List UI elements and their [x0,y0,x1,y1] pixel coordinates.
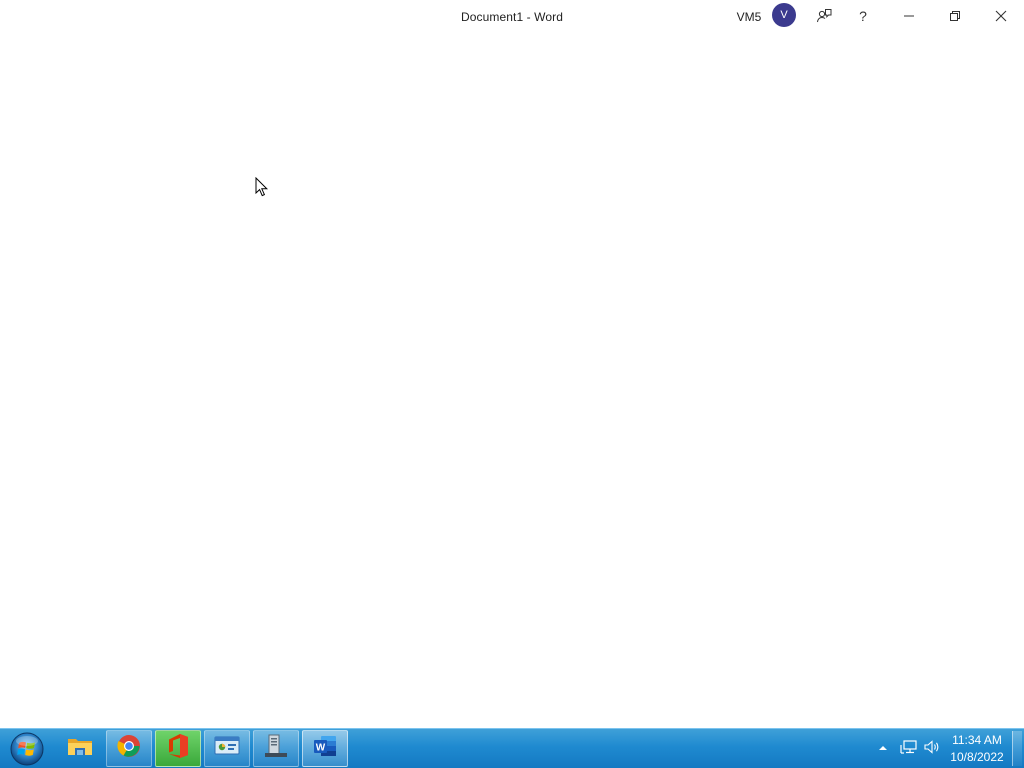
desktop-screen: Document1 - Word VM5 V ? W 11:34 AM 10/8… [0,0,1024,768]
taskbar-chrome[interactable] [106,730,152,767]
volume-control[interactable] [923,729,941,768]
word-title-bar[interactable]: Document1 - Word VM5 V ? [0,0,1024,34]
minimize-button[interactable] [886,0,932,32]
restore-icon [949,10,961,22]
office-icon [166,733,190,764]
restore-button[interactable] [932,0,978,32]
speaker-icon [923,739,941,760]
close-icon [995,10,1007,22]
document-canvas[interactable] [0,34,1024,728]
help-button[interactable]: ? [845,0,881,32]
minimize-icon [903,10,915,22]
taskbar-file-explorer[interactable] [57,730,103,767]
close-button[interactable] [978,0,1024,32]
clock-date: 10/8/2022 [950,750,1004,764]
clock-time: 11:34 AM [952,733,1002,747]
taskbar-control-panel[interactable] [204,730,250,767]
coauthoring-icon [816,8,832,24]
account-name[interactable]: VM5 [726,9,772,25]
svg-text:W: W [316,743,326,754]
coauthoring-button[interactable] [806,0,842,32]
folder-icon [67,735,93,762]
control-panel-icon [214,735,240,762]
tray-expand-button[interactable] [878,729,888,768]
taskbar: W 11:34 AM 10/8/2022 [0,728,1024,768]
server-icon [263,734,289,763]
account-avatar[interactable]: V [772,3,796,27]
start-button[interactable] [6,730,46,768]
taskbar-office[interactable] [155,730,201,767]
word-icon: W [312,734,338,763]
chrome-icon [117,734,141,763]
show-desktop-button[interactable] [1012,731,1022,766]
network-status[interactable] [900,729,918,768]
mouse-cursor-icon [255,176,269,202]
network-icon [900,739,918,760]
taskbar-clock[interactable]: 11:34 AM 10/8/2022 [944,732,1010,766]
help-icon: ? [859,8,867,24]
taskbar-word[interactable]: W [302,730,348,767]
taskbar-server-manager[interactable] [253,730,299,767]
chevron-up-icon [878,740,888,758]
